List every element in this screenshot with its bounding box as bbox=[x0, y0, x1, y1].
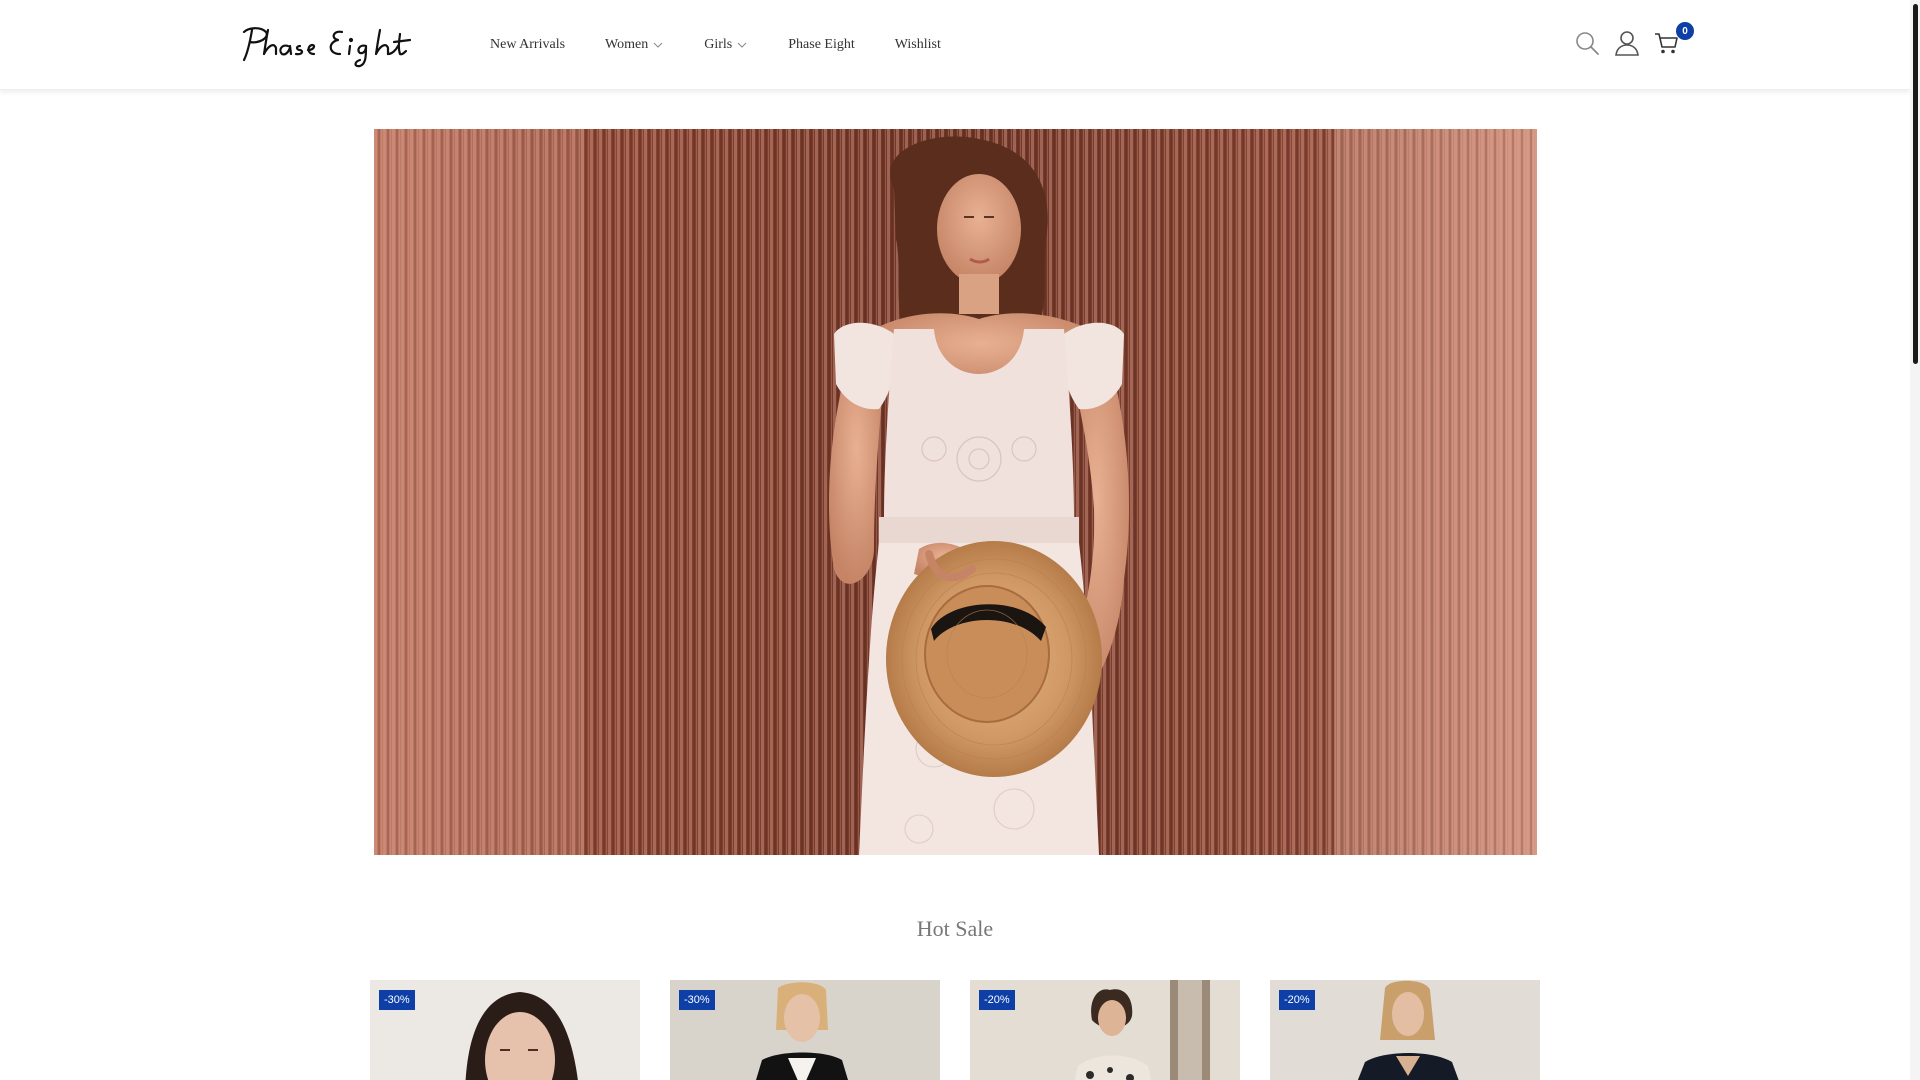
hero-banner[interactable] bbox=[374, 129, 1537, 855]
nav-new-arrivals-label: New Arrivals bbox=[490, 37, 566, 52]
site-header: New Arrivals Women Girls Phase Eight Wis… bbox=[0, 0, 1910, 90]
discount-badge: -20% bbox=[979, 990, 1015, 1010]
nav-new-arrivals[interactable]: New Arrivals bbox=[490, 37, 565, 53]
nav-women-label: Women bbox=[605, 37, 649, 52]
brand-logo[interactable] bbox=[238, 20, 452, 72]
nav-girls[interactable]: Girls bbox=[704, 37, 748, 53]
nav-wishlist[interactable]: Wishlist bbox=[895, 37, 941, 53]
scrollbar-thumb[interactable] bbox=[1913, 4, 1918, 364]
discount-badge: -30% bbox=[679, 990, 715, 1010]
user-icon[interactable] bbox=[1614, 30, 1640, 56]
nav-girls-label: Girls bbox=[704, 37, 733, 52]
search-icon[interactable] bbox=[1574, 30, 1600, 56]
product-card[interactable]: -20% bbox=[970, 980, 1240, 1080]
page: New Arrivals Women Girls Phase Eight Wis… bbox=[0, 0, 1920, 1080]
main-nav: New Arrivals Women Girls Phase Eight Wis… bbox=[490, 0, 981, 90]
nav-phase-eight[interactable]: Phase Eight bbox=[788, 37, 855, 53]
brand-logo-script bbox=[242, 27, 412, 68]
nav-wishlist-label: Wishlist bbox=[894, 37, 941, 52]
product-card[interactable]: -30% bbox=[370, 980, 640, 1080]
chevron-down-icon bbox=[737, 42, 747, 48]
discount-badge: -20% bbox=[1279, 990, 1315, 1010]
cart-count-badge: 0 bbox=[1676, 22, 1694, 40]
header-icons: 0 bbox=[1560, 22, 1694, 56]
nav-phase-eight-label: Phase Eight bbox=[788, 37, 855, 52]
cart-icon[interactable]: 0 bbox=[1654, 22, 1694, 56]
nav-women[interactable]: Women bbox=[605, 37, 664, 53]
product-card[interactable]: -20% bbox=[1270, 980, 1540, 1080]
product-grid: -30% -30% -20% -20% bbox=[370, 980, 1570, 1080]
hero-image bbox=[374, 129, 1537, 855]
page-scrollbar[interactable] bbox=[1910, 0, 1920, 1080]
discount-badge: -30% bbox=[379, 990, 415, 1010]
chevron-down-icon bbox=[653, 42, 663, 48]
product-card[interactable]: -30% bbox=[670, 980, 940, 1080]
hot-sale-title: Hot Sale bbox=[916, 916, 994, 941]
